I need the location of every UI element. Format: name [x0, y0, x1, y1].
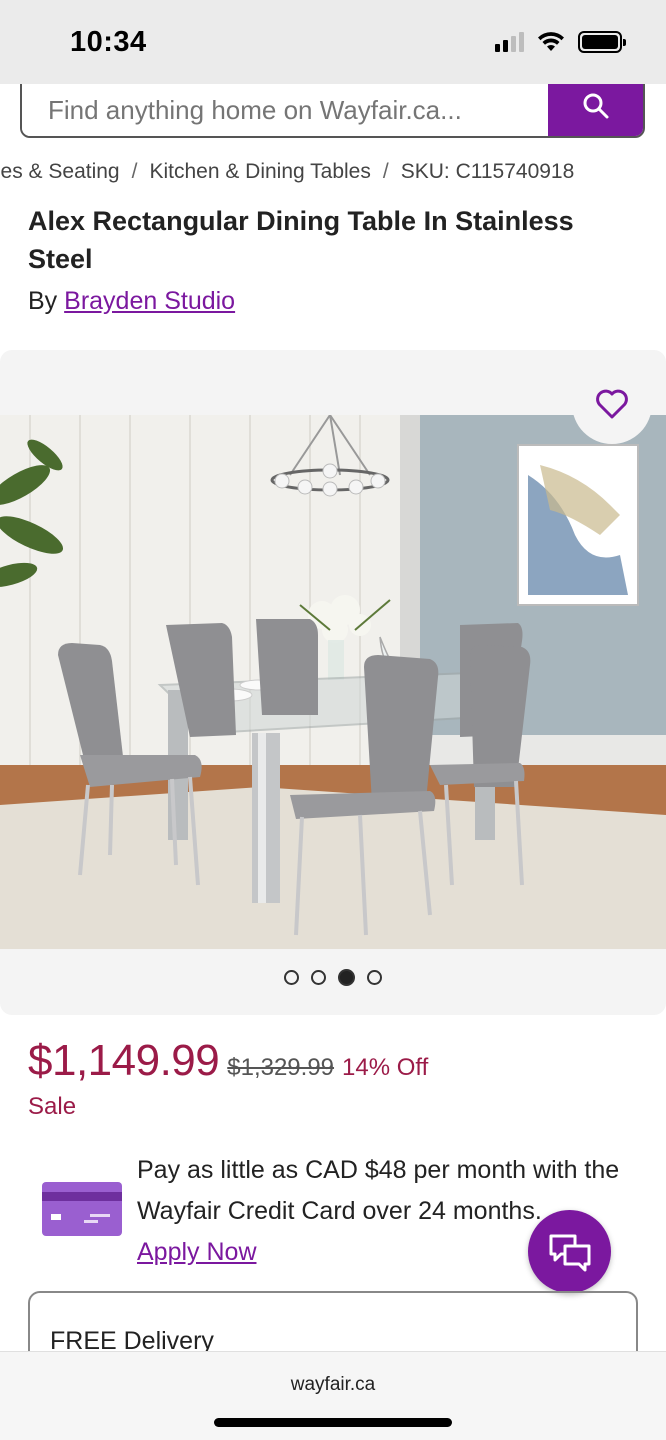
sale-label: Sale	[28, 1093, 77, 1120]
credit-offer-copy: Pay as little as CAD $48 per month with …	[137, 1156, 620, 1225]
breadcrumb: Tables & Seating / Kitchen & Dining Tabl…	[0, 158, 666, 188]
wifi-icon	[538, 32, 564, 51]
status-bar: 10:34	[0, 0, 666, 84]
breadcrumb-separator: /	[131, 160, 138, 183]
chat-button[interactable]	[528, 1210, 611, 1293]
heart-icon	[596, 389, 628, 419]
gallery-dot[interactable]	[311, 970, 326, 985]
apply-now-link[interactable]: Apply Now	[137, 1232, 257, 1273]
breadcrumb-item[interactable]: Tables & Seating	[0, 160, 120, 184]
product-image[interactable]	[0, 415, 666, 949]
search-icon	[583, 93, 608, 119]
brand-line: By Brayden Studio	[28, 287, 235, 316]
breadcrumb-item[interactable]: Kitchen & Dining Tables	[149, 160, 370, 184]
was-price: $1,329.99	[227, 1054, 335, 1081]
brand-prefix: By	[28, 287, 58, 315]
gallery-pagination	[0, 969, 666, 986]
price-row: $1,149.99 $1,329.99 14% Off	[28, 1036, 428, 1086]
brand-link[interactable]: Brayden Studio	[64, 287, 235, 315]
status-icons	[495, 31, 626, 53]
product-gallery[interactable]	[0, 350, 666, 1015]
breadcrumb-sku: SKU: C115740918	[400, 160, 575, 183]
gallery-dot-active[interactable]	[338, 969, 355, 986]
favorite-button[interactable]	[572, 364, 652, 444]
sale-price: $1,149.99	[28, 1036, 220, 1085]
browser-address-bar[interactable]: wayfair.ca	[0, 1351, 666, 1440]
battery-icon	[578, 31, 626, 53]
home-indicator[interactable]	[214, 1418, 452, 1427]
discount-label: 14% Off	[342, 1054, 429, 1081]
product-title: Alex Rectangular Dining Table In Stainle…	[28, 206, 574, 274]
browser-url[interactable]: wayfair.ca	[0, 1374, 666, 1396]
credit-card-icon	[42, 1182, 122, 1236]
breadcrumb-separator: /	[382, 160, 389, 183]
signal-icon	[495, 32, 524, 52]
status-time: 10:34	[70, 26, 147, 58]
gallery-dot[interactable]	[284, 970, 299, 985]
chat-icon	[549, 1234, 590, 1271]
gallery-dot[interactable]	[367, 970, 382, 985]
